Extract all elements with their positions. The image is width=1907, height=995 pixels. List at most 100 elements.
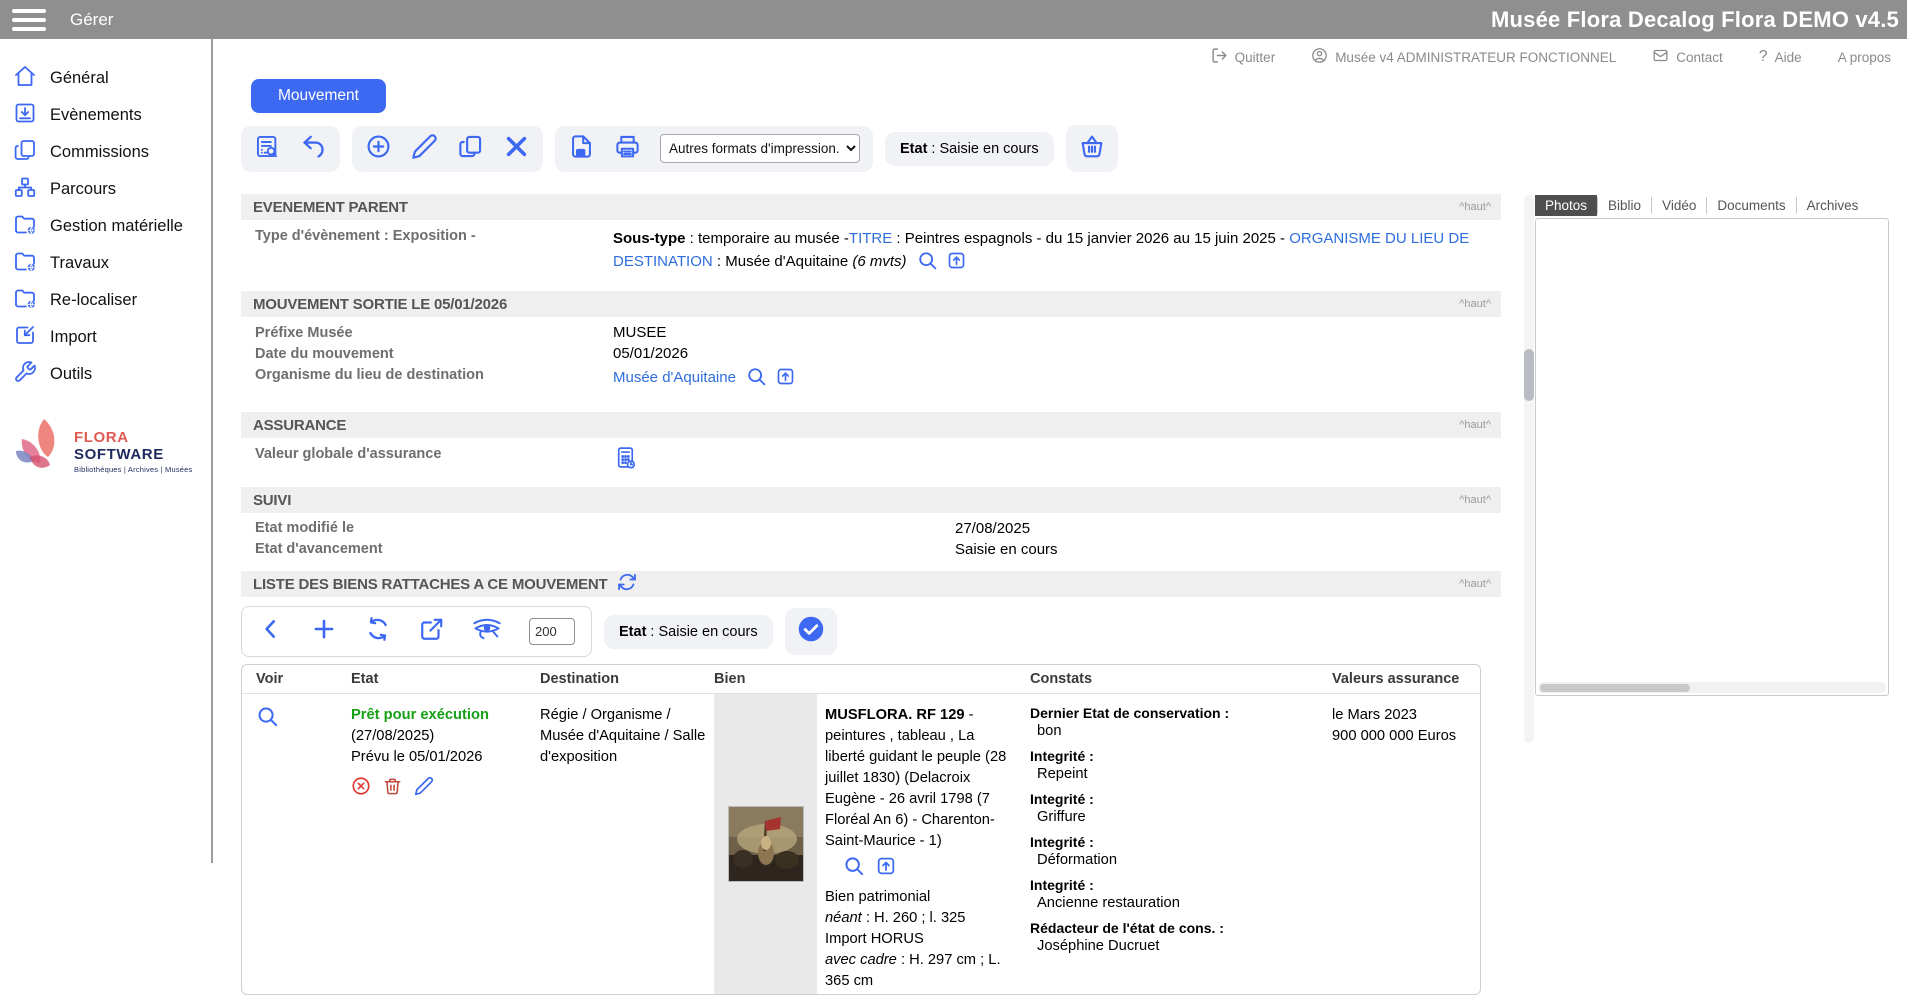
constat-label: Integrité : xyxy=(1030,748,1094,764)
sidebar-item-parcours[interactable]: Parcours xyxy=(0,171,211,208)
panel-horizontal-scrollbar[interactable] xyxy=(1538,682,1886,693)
sidebar-item-gestion-materielle[interactable]: Gestion matérielle xyxy=(0,208,211,245)
top-anchor-link[interactable]: ^haut^ xyxy=(1459,419,1491,431)
duplicate-record-icon[interactable] xyxy=(457,133,484,165)
top-anchor-link[interactable]: ^haut^ xyxy=(1459,201,1491,213)
organisme-destination-value-link[interactable]: Musée d'Aquitaine xyxy=(613,369,736,386)
field-value: 27/08/2025 xyxy=(955,520,1031,537)
magnifier-icon[interactable] xyxy=(917,250,938,278)
tab-mouvement[interactable]: Mouvement xyxy=(251,79,386,113)
tab-documents[interactable]: Documents xyxy=(1707,195,1795,216)
tab-archives[interactable]: Archives xyxy=(1797,195,1869,216)
top-anchor-link[interactable]: ^haut^ xyxy=(1459,578,1491,590)
vertical-scrollbar-thumb[interactable] xyxy=(1524,349,1534,401)
field-label: Date du mouvement xyxy=(255,346,394,362)
constat-value: Repeint xyxy=(1037,766,1088,782)
eye-of-horus-icon[interactable] xyxy=(472,616,502,647)
bien-media-strip xyxy=(714,694,817,994)
page-size-input[interactable] xyxy=(529,618,575,645)
folder-globe-icon xyxy=(13,249,37,278)
sidebar-item-label: Evènements xyxy=(50,106,142,124)
column-header-valeurs: Valeurs assurance xyxy=(1332,671,1460,687)
row-planned-date: Prévu le 05/01/2026 xyxy=(351,749,483,765)
top-anchor-link[interactable]: ^haut^ xyxy=(1459,494,1491,506)
logo-brand-primary: FLORA xyxy=(74,429,129,446)
user-account-link[interactable]: Musée v4 ADMINISTRATEUR FONCTIONNEL xyxy=(1311,47,1616,67)
bien-desc: - peintures , tableau , La liberté guida… xyxy=(825,707,1007,849)
sidebar: Général Evènements Commissions Parcours … xyxy=(0,39,213,863)
contact-link[interactable]: Contact xyxy=(1652,47,1723,67)
session-links: Quitter Musée v4 ADMINISTRATEUR FONCTION… xyxy=(213,39,1907,75)
open-record-icon[interactable] xyxy=(875,855,897,884)
tab-photos[interactable]: Photos xyxy=(1535,195,1598,216)
recycle-icon[interactable] xyxy=(364,615,392,648)
painting-thumbnail[interactable] xyxy=(727,806,804,882)
delete-record-icon[interactable] xyxy=(503,133,530,165)
form-search-icon[interactable] xyxy=(254,133,281,165)
topbar-menu-label[interactable]: Gérer xyxy=(70,10,113,30)
home-icon xyxy=(13,64,37,93)
chevron-left-icon[interactable] xyxy=(258,616,284,647)
app-title: Musée Flora Decalog Flora DEMO v4.5 xyxy=(1490,6,1899,32)
magnifier-icon[interactable] xyxy=(746,366,767,391)
trash-icon[interactable] xyxy=(383,777,402,803)
open-record-icon[interactable] xyxy=(946,250,967,278)
undo-icon[interactable] xyxy=(300,133,327,165)
question-mark-icon: ? xyxy=(1758,48,1768,65)
quitter-link[interactable]: Quitter xyxy=(1211,47,1275,67)
sidebar-item-label: Gestion matérielle xyxy=(50,217,183,235)
tab-video[interactable]: Vidéo xyxy=(1652,195,1706,216)
top-bar: Gérer Musée Flora Decalog Flora DEMO v4.… xyxy=(0,0,1907,39)
sidebar-item-general[interactable]: Général xyxy=(0,60,211,97)
top-anchor-link[interactable]: ^haut^ xyxy=(1459,298,1491,310)
link-label: Aide xyxy=(1774,49,1802,65)
hamburger-menu-icon[interactable] xyxy=(12,8,46,31)
column-header-constats: Constats xyxy=(1030,671,1093,687)
sidebar-item-outils[interactable]: Outils xyxy=(0,356,211,393)
add-record-icon[interactable] xyxy=(365,133,392,165)
constat-label: Integrité : xyxy=(1030,791,1094,807)
table-row: Prêt pour exécution (27/08/2025) Prévu l… xyxy=(242,694,1480,994)
aide-link[interactable]: ? Aide xyxy=(1759,48,1802,66)
sidebar-item-commissions[interactable]: Commissions xyxy=(0,134,211,171)
a-propos-link[interactable]: A propos xyxy=(1838,50,1891,65)
calculator-button[interactable] xyxy=(613,445,638,474)
media-panel-tabs: Photos Biblio Vidéo Documents Archives xyxy=(1535,195,1889,216)
sidebar-item-import[interactable]: Import xyxy=(0,319,211,356)
bien-dim1-label: néant xyxy=(825,910,862,926)
section-assurance: ASSURANCE ^haut^ xyxy=(241,412,1501,438)
sidebar-item-label: Re-localiser xyxy=(50,291,138,309)
evenement-parent-value: Sous-type : temporaire au musée -TITRE :… xyxy=(613,227,1503,278)
table-header-row: Voir Etat Destination Bien Constats Vale… xyxy=(242,665,1480,694)
etat-status-pill: Etat : Saisie en cours xyxy=(885,131,1054,166)
column-header-etat: Etat xyxy=(351,671,379,687)
sidebar-item-relocaliser[interactable]: Re-localiser xyxy=(0,282,211,319)
validate-button[interactable] xyxy=(784,608,837,655)
file-print-icon[interactable] xyxy=(568,133,595,165)
add-item-icon[interactable] xyxy=(311,616,337,647)
tab-biblio[interactable]: Biblio xyxy=(1598,195,1651,216)
basket-button[interactable] xyxy=(1065,125,1118,172)
section-suivi: SUIVI ^haut^ xyxy=(241,487,1501,513)
calculator-icon xyxy=(613,447,638,474)
print-formats-select[interactable]: Autres formats d'impression... xyxy=(660,134,860,163)
logo-tagline: Bibliothèques | Archives | Musées xyxy=(74,465,193,474)
sidebar-item-label: Parcours xyxy=(50,180,117,198)
edit-record-icon[interactable] xyxy=(411,133,438,165)
mvts-count: (6 mvts) xyxy=(852,253,907,270)
main-content: Mouvement Autres formats d'impression...… xyxy=(213,75,1509,995)
open-record-icon[interactable] xyxy=(775,366,796,391)
edit-row-icon[interactable] xyxy=(414,776,434,803)
sidebar-item-travaux[interactable]: Travaux xyxy=(0,245,211,282)
view-record-icon[interactable] xyxy=(256,707,279,732)
cancel-circle-icon[interactable] xyxy=(351,776,371,803)
sidebar-item-evenements[interactable]: Evènements xyxy=(0,97,211,134)
vertical-scrollbar[interactable] xyxy=(1523,75,1535,863)
refresh-icon[interactable] xyxy=(617,572,637,596)
magnifier-icon[interactable] xyxy=(843,855,865,884)
titre-link[interactable]: TITRE xyxy=(849,230,892,247)
external-link-icon[interactable] xyxy=(419,616,445,647)
panel-horizontal-scrollbar-thumb[interactable] xyxy=(1540,683,1690,692)
printer-icon[interactable] xyxy=(614,133,641,165)
wrench-icon xyxy=(13,360,37,389)
